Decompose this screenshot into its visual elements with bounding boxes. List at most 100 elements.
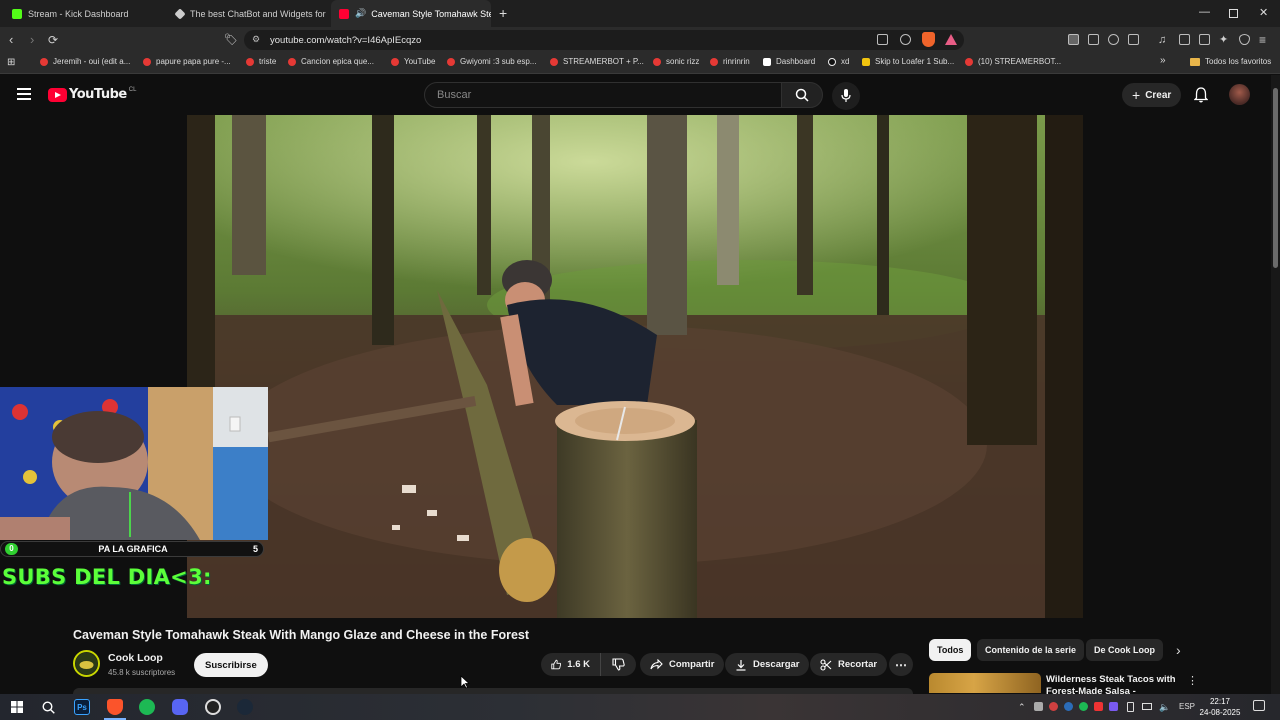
notifications-center-icon[interactable] — [1253, 700, 1265, 711]
taskbar-search-icon[interactable] — [40, 699, 56, 715]
notifications-bell-icon[interactable] — [1193, 87, 1209, 108]
bookmark-item[interactable]: Cancion epica que... — [288, 57, 374, 66]
share-button[interactable]: Compartir — [640, 653, 725, 676]
channel-avatar[interactable] — [73, 650, 100, 677]
forward-icon[interactable]: › — [30, 32, 34, 48]
menu-icon[interactable]: ≡ — [1259, 32, 1266, 48]
bookmark-item[interactable]: rinrinrin — [710, 57, 750, 66]
bookmark-icon[interactable]: 🏷 — [224, 32, 238, 48]
bookmark-item[interactable]: Dashboard — [763, 57, 815, 66]
tab-title: Caveman Style Tomahawk Ste — [371, 8, 491, 19]
new-tab-button[interactable]: + — [499, 5, 507, 21]
extension-p-icon[interactable] — [1068, 34, 1079, 45]
wallet-icon[interactable] — [1199, 34, 1210, 45]
bookmark-item[interactable]: Skip to Loafer 1 Sub... — [862, 57, 954, 66]
all-favorites-folder[interactable]: Todos los favoritos — [1190, 57, 1271, 66]
bookmark-item[interactable]: Gwiyomi :3 sub esp... — [447, 57, 536, 66]
dislike-button[interactable] — [600, 653, 636, 676]
brave-rewards-icon[interactable] — [945, 34, 957, 45]
recommended-thumbnail[interactable] — [929, 673, 1041, 693]
clip-button[interactable]: Recortar — [810, 653, 888, 676]
back-icon[interactable]: ‹ — [9, 32, 13, 48]
input-language[interactable]: ESP — [1179, 702, 1195, 711]
site-icon — [174, 7, 186, 20]
youtube-logo[interactable]: YouTube CL — [48, 87, 136, 102]
tray-app-icon[interactable] — [1094, 702, 1103, 711]
brave-browser-icon[interactable] — [107, 699, 123, 715]
bookmark-item[interactable]: triste — [246, 57, 276, 66]
video-frame — [187, 115, 1083, 618]
site-info-icon[interactable]: ⚙ — [252, 34, 260, 45]
webcam-overlay — [0, 387, 268, 540]
minimize-button[interactable]: — — [1199, 6, 1210, 18]
bookmark-item[interactable]: papure papa pure -... — [143, 57, 231, 66]
photoshop-icon[interactable]: Ps — [74, 699, 90, 715]
tab-chatbot-widgets[interactable]: The best ChatBot and Widgets for Ki — [168, 0, 326, 27]
spotify-icon[interactable] — [139, 699, 155, 715]
tab-kick-dashboard[interactable]: Stream - Kick Dashboard — [4, 0, 164, 27]
thumbs-up-icon — [551, 659, 562, 670]
tab-title: Stream - Kick Dashboard — [28, 8, 129, 19]
more-actions-button[interactable]: ⋯ — [889, 653, 913, 676]
recommended-video-title[interactable]: Wilderness Steak Tacos with Forest-Made … — [1046, 674, 1181, 694]
channel-name[interactable]: Cook Loop — [108, 652, 163, 664]
create-button[interactable]: + Crear — [1122, 83, 1182, 107]
bookmark-item[interactable]: xd — [828, 57, 849, 66]
chip-from-cook-loop[interactable]: De Cook Loop — [1086, 639, 1163, 661]
leo-ai-icon[interactable]: ✦ — [1219, 32, 1228, 48]
network-icon[interactable] — [1142, 703, 1152, 710]
like-button[interactable]: 1.6 K — [541, 653, 600, 676]
extension-image-icon[interactable] — [1088, 34, 1099, 45]
usb-icon[interactable] — [1127, 702, 1134, 712]
more-bookmarks-icon[interactable]: » — [1160, 55, 1166, 66]
screenshot-icon[interactable] — [1128, 34, 1139, 45]
brave-shield-icon[interactable] — [922, 32, 935, 47]
spotify-tray-icon[interactable] — [1079, 702, 1088, 711]
bookmark-item[interactable]: sonic rizz — [653, 57, 699, 66]
sidebar-icon[interactable] — [1179, 34, 1190, 45]
goal-progress-bar: 0 PA LA GRAFICA 5 — [0, 541, 264, 557]
chip-series-content[interactable]: Contenido de la serie — [977, 639, 1085, 661]
search-input[interactable]: Buscar — [424, 82, 782, 108]
bookmark-item[interactable]: YouTube — [391, 57, 435, 66]
account-avatar[interactable] — [1229, 84, 1250, 105]
steam-tray-icon[interactable] — [1064, 702, 1073, 711]
tray-app-icon[interactable] — [1049, 702, 1058, 711]
dashboard-icon — [763, 57, 771, 66]
video-player[interactable] — [187, 115, 1083, 618]
chevron-right-icon[interactable]: › — [1176, 642, 1181, 658]
more-vertical-icon[interactable]: ⋮ — [1187, 674, 1198, 687]
share-icon[interactable] — [900, 34, 911, 45]
volume-icon[interactable]: 🔈 — [1159, 702, 1170, 713]
scrollbar-thumb[interactable] — [1273, 88, 1278, 268]
tray-app-icon[interactable] — [1109, 702, 1118, 711]
bookmark-item[interactable]: Jeremih - oui (edit a... — [40, 57, 130, 66]
reload-icon[interactable]: ⟳ — [48, 32, 58, 48]
media-icon[interactable]: ♫ — [1158, 32, 1166, 48]
restore-button[interactable] — [1229, 9, 1238, 18]
vpn-icon[interactable] — [1239, 34, 1250, 45]
obs-icon[interactable] — [205, 699, 221, 715]
apps-icon[interactable]: ⊞ — [7, 57, 15, 68]
search-button[interactable] — [781, 82, 823, 108]
bookmark-item[interactable]: STREAMERBOT + P... — [550, 57, 644, 66]
system-clock[interactable]: 22:17 24-08-2025 — [1197, 696, 1243, 718]
close-window-button[interactable]: ✕ — [1259, 6, 1268, 19]
voice-search-button[interactable] — [832, 82, 860, 110]
subscribe-button[interactable]: Suscribirse — [194, 653, 268, 677]
chip-all[interactable]: Todos — [929, 639, 972, 661]
download-button[interactable]: Descargar — [725, 653, 810, 676]
address-bar[interactable]: ⚙ youtube.com/watch?v=I46ApIEcqzo — [244, 30, 964, 50]
extensions-icon[interactable] — [1108, 34, 1119, 45]
tray-app-icon[interactable] — [1034, 702, 1043, 711]
hamburger-menu-icon[interactable] — [17, 88, 31, 100]
install-app-icon[interactable] — [877, 34, 888, 45]
steam-icon[interactable] — [237, 699, 253, 715]
youtube-icon — [447, 57, 455, 66]
bookmark-item[interactable]: (10) STREAMERBOT... — [965, 57, 1061, 66]
youtube-icon — [391, 57, 399, 66]
show-hidden-icons-icon[interactable]: ⌃ — [1018, 702, 1026, 713]
discord-icon[interactable] — [172, 699, 188, 715]
windows-start-icon[interactable] — [9, 699, 25, 715]
tab-youtube-video[interactable]: 🔊 Caveman Style Tomahawk Ste ✕ — [331, 0, 491, 27]
